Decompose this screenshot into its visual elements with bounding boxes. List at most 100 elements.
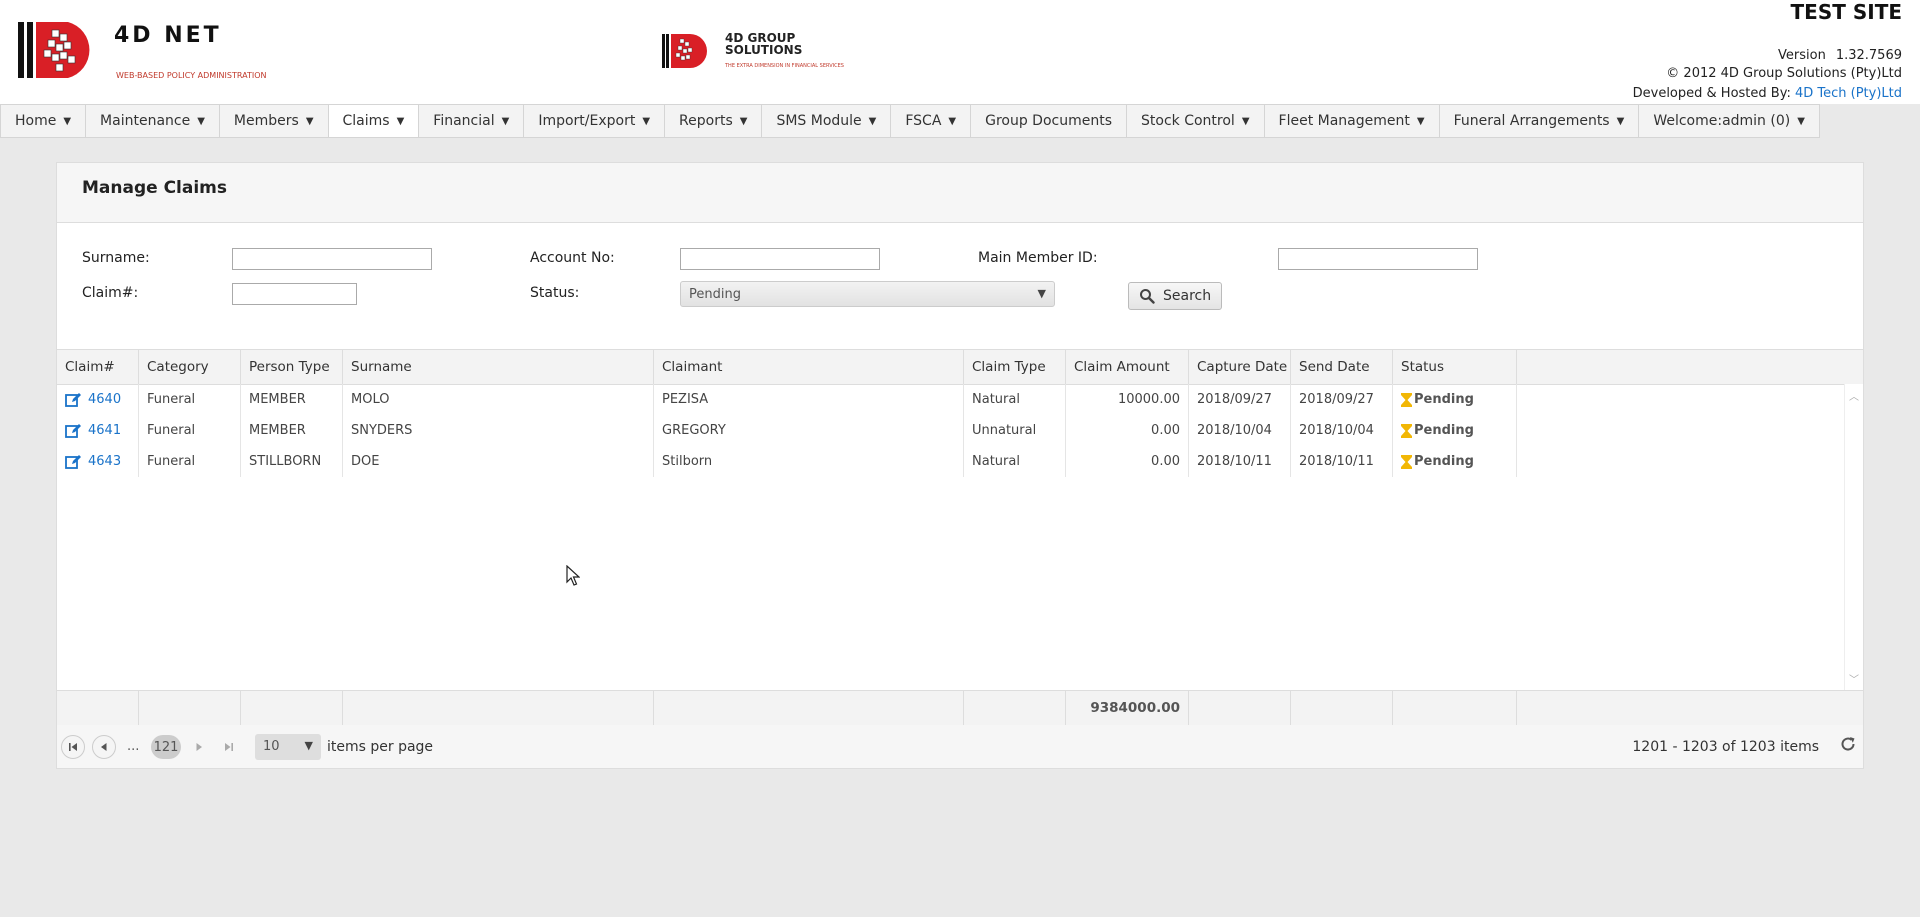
cell-category: Funeral — [139, 415, 241, 446]
menu-item-home[interactable]: Home ▼ — [0, 105, 87, 137]
cell-claim-type: Natural — [964, 446, 1066, 477]
menu-item-funeral-arrangements[interactable]: Funeral Arrangements ▼ — [1440, 105, 1640, 137]
panel-header: Manage Claims — [57, 163, 1863, 223]
menu-item-welcome-admin-0[interactable]: Welcome:admin (0) ▼ — [1639, 105, 1820, 137]
cell-status: Pending — [1393, 446, 1517, 477]
4d-net-logo[interactable]: 4D NET WEB-BASED POLICY ADMINISTRATION — [18, 20, 273, 82]
menu-item-import-export[interactable]: Import/Export ▼ — [524, 105, 666, 137]
table-row[interactable]: 4640 Funeral MEMBER MOLO PEZISA Natural 10000.… — [57, 384, 1845, 415]
column-header-category[interactable]: Category — [139, 350, 241, 384]
menu-item-financial[interactable]: Financial ▼ — [419, 105, 525, 137]
edit-icon[interactable] — [65, 454, 82, 470]
menu-item-stock-control[interactable]: Stock Control ▼ — [1127, 105, 1265, 137]
cell-send-date: 2018/10/04 — [1291, 415, 1393, 446]
column-header-status[interactable]: Status — [1393, 350, 1517, 384]
cell-status: Pending — [1393, 384, 1517, 415]
cell-claimant: PEZISA — [654, 384, 964, 415]
caret-down-icon: ▼ — [1797, 115, 1805, 127]
last-page-icon — [225, 743, 233, 751]
footer-cell — [139, 691, 241, 725]
next-page-icon — [196, 743, 202, 751]
menu-item-reports[interactable]: Reports ▼ — [665, 105, 763, 137]
cell-surname: DOE — [343, 446, 654, 477]
menu-item-fleet-management[interactable]: Fleet Management ▼ — [1265, 105, 1440, 137]
pager-info: 1201 - 1203 of 1203 items — [1632, 739, 1819, 755]
claim-number-link[interactable]: 4640 — [88, 392, 121, 407]
account-no-input[interactable] — [680, 248, 880, 270]
claims-grid: Claim# Category Person Type Surname Claimant… — [57, 349, 1863, 726]
menu-item-sms-module[interactable]: SMS Module ▼ — [762, 105, 892, 137]
cell-status: Pending — [1393, 415, 1517, 446]
refresh-button[interactable] — [1839, 735, 1857, 758]
column-header-surname[interactable]: Surname — [343, 350, 654, 384]
column-header-claim-type[interactable]: Claim Type — [964, 350, 1066, 384]
cell-amount: 0.00 — [1066, 415, 1189, 446]
caret-down-icon: ▼ — [197, 115, 205, 127]
hourglass-icon — [1401, 454, 1412, 469]
cell-claim: 4643 — [57, 446, 139, 477]
hosted-by-link[interactable]: 4D Tech (Pty)Ltd — [1795, 86, 1902, 101]
previous-page-button[interactable] — [92, 735, 116, 759]
table-row[interactable]: 4641 Funeral MEMBER SNYDERS GREGORY Unnatural… — [57, 415, 1845, 446]
grid-header: Claim# Category Person Type Surname Claimant… — [57, 350, 1863, 385]
column-header-claim[interactable]: Claim# — [57, 350, 139, 384]
cell-person-type: MEMBER — [241, 384, 343, 415]
menu-item-claims[interactable]: Claims ▼ — [328, 105, 420, 137]
status-text: Pending — [1414, 454, 1474, 469]
claim-number-link[interactable]: 4643 — [88, 454, 121, 469]
cell-claim-type: Natural — [964, 384, 1066, 415]
scroll-down-icon[interactable]: ﹀ — [1849, 671, 1859, 686]
edit-icon[interactable] — [65, 392, 82, 408]
status-select[interactable]: Pending ▼ — [680, 281, 1055, 307]
logo1-title: 4D NET — [114, 23, 222, 48]
copyright-text: © 2012 4D Group Solutions (Pty)Ltd — [1666, 66, 1902, 81]
grid-scrollbar[interactable]: ︿ ﹀ — [1844, 384, 1863, 690]
caret-down-icon: ▼ — [642, 115, 651, 127]
version-info: Version 1.32.7569 — [1778, 48, 1902, 63]
cell-claim-type: Unnatural — [964, 415, 1066, 446]
search-button[interactable]: Search — [1128, 282, 1223, 310]
menu-item-label: Financial — [433, 113, 495, 129]
column-header-person-type[interactable]: Person Type — [241, 350, 343, 384]
mouse-cursor-icon — [566, 565, 580, 586]
claim-number-link[interactable]: 4641 — [88, 423, 121, 438]
caret-down-icon: ▼ — [948, 115, 957, 127]
cell-amount: 10000.00 — [1066, 384, 1189, 415]
caret-down-icon: ▼ — [868, 115, 877, 127]
4d-group-solutions-logo[interactable]: 4D GROUP SOLUTIONS THE EXTRA DIMENSION I… — [660, 30, 850, 72]
column-header-claimant[interactable]: Claimant — [654, 350, 964, 384]
column-header-capture-date[interactable]: Capture Date — [1189, 350, 1291, 384]
footer-cell — [57, 691, 139, 725]
menu-item-maintenance[interactable]: Maintenance ▼ — [86, 105, 220, 137]
page-size-select[interactable]: 10 ▼ — [255, 734, 321, 760]
status-select-value: Pending — [689, 287, 741, 302]
scroll-up-icon[interactable]: ︿ — [1849, 388, 1859, 403]
cell-claimant: Stilborn — [654, 446, 964, 477]
menu-item-group-documents[interactable]: Group Documents — [971, 105, 1128, 137]
grid-pager: ... 121 10 ▼ items per page 1201 - 1203 … — [57, 725, 1863, 768]
first-page-button[interactable] — [61, 735, 85, 759]
page-size-value: 10 — [263, 739, 280, 754]
next-page-button[interactable] — [187, 735, 211, 759]
claim-number-label: Claim#: — [82, 285, 139, 301]
column-header-send-date[interactable]: Send Date — [1291, 350, 1393, 384]
status-text: Pending — [1414, 392, 1474, 407]
table-row[interactable]: 4643 Funeral STILLBORN DOE Stilborn Natural 0.… — [57, 446, 1845, 477]
menu-item-label: Funeral Arrangements — [1453, 113, 1610, 129]
menu-item-label: Maintenance — [100, 113, 191, 129]
claim-number-input[interactable] — [232, 283, 357, 305]
surname-input[interactable] — [232, 248, 432, 270]
main-member-id-input[interactable] — [1278, 248, 1478, 270]
footer-cell — [654, 691, 964, 725]
edit-icon[interactable] — [65, 423, 82, 439]
column-header-amount[interactable]: Claim Amount — [1066, 350, 1189, 384]
page-header: 4D NET WEB-BASED POLICY ADMINISTRATION 4… — [0, 0, 1920, 104]
page-ellipsis[interactable]: ... — [127, 739, 139, 754]
menu-item-fsca[interactable]: FSCA ▼ — [891, 105, 972, 137]
menu-item-label: Reports — [679, 113, 733, 129]
last-page-button[interactable] — [217, 735, 241, 759]
logo1-subtitle: WEB-BASED POLICY ADMINISTRATION — [116, 71, 266, 80]
menu-item-members[interactable]: Members ▼ — [220, 105, 329, 137]
cell-person-type: STILLBORN — [241, 446, 343, 477]
refresh-icon — [1841, 737, 1855, 751]
